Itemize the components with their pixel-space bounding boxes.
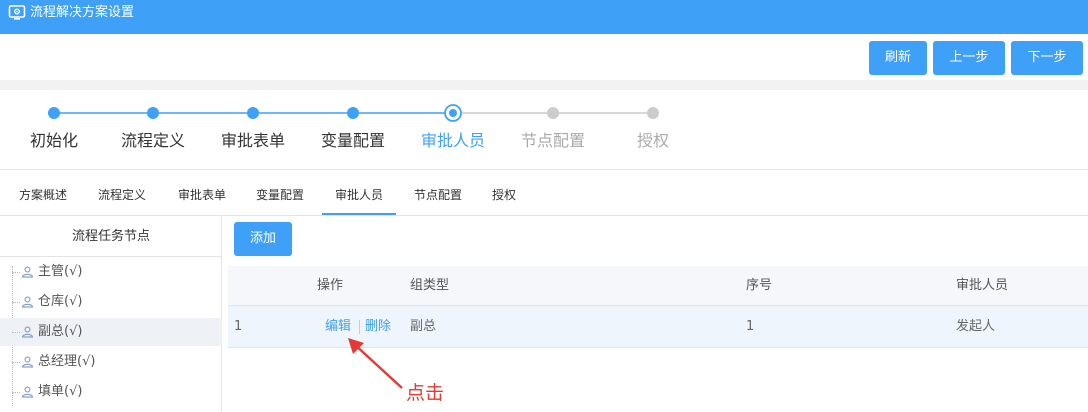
step-label-variable-config[interactable]: 变量配置 <box>303 130 403 152</box>
tree-item-label: 仓库(√) <box>38 294 83 309</box>
step-dot-todo[interactable] <box>547 107 559 119</box>
tab-node-config[interactable]: 节点配置 <box>407 171 469 215</box>
column-header-approver: 审批人员 <box>956 278 1009 293</box>
table-header: 操作 组类型 序号 审批人员 <box>228 266 1088 306</box>
window-title: 流程解决方案设置 <box>30 5 135 20</box>
add-button[interactable]: 添加 <box>234 222 292 256</box>
row-index: 1 <box>234 319 243 334</box>
cell-approver: 发起人 <box>956 319 996 334</box>
column-header-order: 序号 <box>746 278 773 293</box>
step-dot-active <box>449 109 457 117</box>
tree-branch-line <box>12 302 20 303</box>
tree-item-label: 填单(√) <box>38 384 83 399</box>
tab-overview[interactable]: 方案概述 <box>12 171 74 215</box>
step-dot-done[interactable] <box>147 107 159 119</box>
step-dot-done[interactable] <box>48 107 60 119</box>
tab-process-definition[interactable]: 流程定义 <box>91 171 153 215</box>
next-step-button[interactable]: 下一步 <box>1011 41 1083 75</box>
tree-item-fill-form[interactable]: 填单(√) <box>0 378 222 406</box>
task-node-panel: 流程任务节点 主管(√) 仓库(√) 副总(√) 总经理(√) 填单(√) <box>0 216 222 412</box>
step-label-approval-form[interactable]: 审批表单 <box>203 130 303 152</box>
user-group-icon <box>21 356 34 368</box>
tab-bar: 方案概述 流程定义 审批表单 变量配置 审批人员 节点配置 授权 <box>0 171 1088 216</box>
tree-item-general-manager[interactable]: 总经理(√) <box>0 348 222 376</box>
task-node-panel-title: 流程任务节点 <box>0 216 222 257</box>
step-dot-done[interactable] <box>247 107 259 119</box>
user-group-icon <box>21 266 34 278</box>
annotation-arrow <box>348 338 403 389</box>
tree-item-warehouse[interactable]: 仓库(√) <box>0 288 222 316</box>
step-label-init[interactable]: 初始化 <box>4 130 104 152</box>
divider-band <box>0 80 1088 90</box>
tree-item-label: 总经理(√) <box>38 354 96 369</box>
tree-branch-line <box>12 362 20 363</box>
step-label-node-config[interactable]: 节点配置 <box>503 130 603 152</box>
annotation-click-label: 点击 <box>406 382 445 404</box>
step-label-authorization[interactable]: 授权 <box>603 130 703 152</box>
tree-item-supervisor[interactable]: 主管(√) <box>0 258 222 286</box>
toolbar: 刷新 上一步 下一步 <box>0 34 1088 80</box>
step-label-approvers[interactable]: 审批人员 <box>403 130 503 152</box>
tab-approvers[interactable]: 审批人员 <box>322 171 396 215</box>
tab-approval-form[interactable]: 审批表单 <box>171 171 233 215</box>
column-header-group-type: 组类型 <box>410 278 450 293</box>
tree-branch-line <box>12 332 20 333</box>
user-group-icon <box>21 326 34 338</box>
user-group-icon <box>21 386 34 398</box>
refresh-button[interactable]: 刷新 <box>869 41 927 75</box>
tree-item-label: 主管(√) <box>38 264 83 279</box>
settings-monitor-icon <box>8 5 26 20</box>
tab-variable-config[interactable]: 变量配置 <box>249 171 311 215</box>
column-header-operation: 操作 <box>317 278 344 293</box>
step-label-process-definition[interactable]: 流程定义 <box>103 130 203 152</box>
step-dot-todo[interactable] <box>647 107 659 119</box>
cell-order: 1 <box>746 319 755 334</box>
stepper-track <box>48 104 659 122</box>
tab-authorization[interactable]: 授权 <box>484 171 524 215</box>
tree-item-label: 副总(√) <box>38 324 83 339</box>
tree-item-vice-president[interactable]: 副总(√) <box>0 318 222 346</box>
previous-step-button[interactable]: 上一步 <box>933 41 1005 75</box>
tree-branch-line <box>12 272 20 273</box>
step-dot-done[interactable] <box>347 107 359 119</box>
tree-branch-line <box>12 392 20 393</box>
wizard-stepper: 初始化 流程定义 审批表单 变量配置 审批人员 节点配置 授权 <box>0 90 1088 170</box>
cell-group-type: 副总 <box>410 319 437 334</box>
user-group-icon <box>21 296 34 308</box>
title-bar: 流程解决方案设置 <box>0 0 1088 34</box>
